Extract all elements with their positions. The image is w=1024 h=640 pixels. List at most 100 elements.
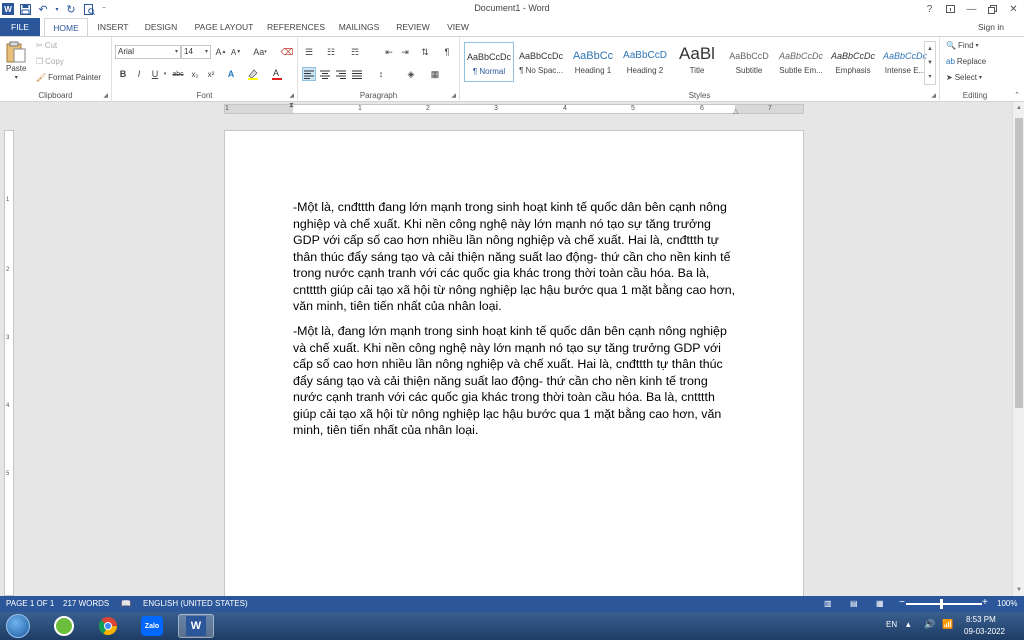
volume-icon[interactable]: 🔊 <box>924 619 935 630</box>
font-name-combo[interactable]: Arial ▾ <box>115 45 181 59</box>
format-painter-button[interactable]: 🖌 Format Painter <box>36 73 101 82</box>
language-status[interactable]: ENGLISH (UNITED STATES) <box>143 599 248 608</box>
clear-formatting-icon[interactable]: ⌫ <box>280 45 294 59</box>
word-count[interactable]: 217 WORDS <box>63 599 109 608</box>
increase-indent-icon[interactable]: ⇥ <box>398 45 412 59</box>
clock-time[interactable]: 8:53 PM <box>966 615 996 624</box>
chrome-icon[interactable] <box>90 614 126 638</box>
clock-date[interactable]: 09-03-2022 <box>964 627 1005 636</box>
shading-icon[interactable]: ◈ <box>404 67 418 81</box>
borders-icon[interactable]: ▦ <box>428 67 442 81</box>
start-button[interactable] <box>6 614 30 638</box>
paragraph-1[interactable]: -Một là, cnđttth đang lớn mạnh trong sin… <box>293 199 737 315</box>
change-case-button[interactable]: Aa ▾ <box>250 45 270 59</box>
underline-button[interactable]: U <box>148 67 162 81</box>
vertical-ruler[interactable]: 1 2 3 4 5 <box>4 130 14 596</box>
align-center-icon[interactable] <box>318 67 332 81</box>
tab-page-layout[interactable]: PAGE LAYOUT <box>188 18 260 36</box>
line-spacing-icon[interactable]: ↕ <box>374 67 388 81</box>
style-intense-emphasis[interactable]: AaBbCcDc Intense E... <box>880 42 930 82</box>
align-left-icon[interactable] <box>302 67 316 81</box>
font-color-icon[interactable]: A <box>270 67 284 81</box>
style-subtle-emphasis[interactable]: AaBbCcDc Subtle Em... <box>776 42 826 82</box>
align-right-icon[interactable] <box>334 67 348 81</box>
zoom-in-button[interactable]: + <box>982 597 988 608</box>
styles-launcher-icon[interactable]: ◢ <box>931 92 936 99</box>
font-launcher-icon[interactable]: ◢ <box>289 92 294 99</box>
find-button[interactable]: 🔍 Find ▾ <box>946 41 979 50</box>
paste-button[interactable]: Paste ▾ <box>6 41 26 81</box>
style-subtitle[interactable]: AaBbCcD Subtitle <box>724 42 774 82</box>
print-layout-icon[interactable]: ▤ <box>850 599 858 608</box>
copy-button[interactable]: ❐ Copy <box>36 57 64 66</box>
minimize-icon[interactable]: — <box>961 0 982 18</box>
scroll-thumb[interactable] <box>1015 118 1023 408</box>
tab-file[interactable]: FILE <box>0 18 40 36</box>
tab-insert[interactable]: INSERT <box>92 18 134 36</box>
tab-review[interactable]: REVIEW <box>390 18 436 36</box>
tab-references[interactable]: REFERENCES <box>264 18 328 36</box>
proofing-icon[interactable]: 📖 <box>121 599 131 608</box>
zoom-level[interactable]: 100% <box>997 599 1017 608</box>
close-icon[interactable]: ✕ <box>1003 0 1024 18</box>
tab-design[interactable]: DESIGN <box>138 18 184 36</box>
word-icon[interactable]: W <box>178 614 214 638</box>
paragraph-launcher-icon[interactable]: ◢ <box>451 92 456 99</box>
grow-font-button[interactable]: A ▲ <box>214 45 228 59</box>
ribbon-display-options-icon[interactable] <box>940 0 961 18</box>
restore-icon[interactable] <box>982 0 1003 18</box>
paragraph-2[interactable]: -Một là, đang lớn mạnh trong sinh hoạt k… <box>293 323 737 439</box>
zalo-icon[interactable]: Zalo <box>134 614 170 638</box>
replace-button[interactable]: ab Replace <box>946 57 986 66</box>
indent-marker-icon[interactable]: ⧗ <box>289 102 294 110</box>
sign-in-link[interactable]: Sign in <box>978 22 1004 32</box>
justify-icon[interactable] <box>350 67 364 81</box>
subscript-button[interactable]: x₂ <box>188 67 202 81</box>
document-workspace[interactable]: -Một là, cnđttth đang lớn mạnh trong sin… <box>0 116 1012 596</box>
shrink-font-button[interactable]: A ▼ <box>229 45 243 59</box>
strikethrough-button[interactable]: abc <box>170 67 186 81</box>
sort-icon[interactable]: ⇅ <box>418 45 432 59</box>
bold-button[interactable]: B <box>116 67 130 81</box>
zalo-green-icon[interactable] <box>46 614 82 638</box>
styles-scroll[interactable]: ▲ ▼ ▾ <box>924 41 936 85</box>
tab-view[interactable]: VIEW <box>440 18 476 36</box>
select-button[interactable]: ➤ Select ▾ <box>946 73 982 82</box>
document-page[interactable]: -Một là, cnđttth đang lớn mạnh trong sin… <box>224 130 804 596</box>
horizontal-ruler[interactable]: 1 1 2 3 4 5 6 7 ⧗ △ <box>0 102 1024 116</box>
scroll-down-icon[interactable]: ▼ <box>1013 584 1024 596</box>
decrease-indent-icon[interactable]: ⇤ <box>382 45 396 59</box>
web-layout-icon[interactable]: ▦ <box>876 599 884 608</box>
zoom-slider-thumb[interactable] <box>940 599 943 609</box>
numbering-icon[interactable]: ☷ <box>324 45 338 59</box>
clipboard-launcher-icon[interactable]: ◢ <box>103 92 108 99</box>
text-effects-icon[interactable]: A <box>224 67 238 81</box>
right-indent-marker-icon[interactable]: △ <box>733 107 738 115</box>
show-marks-button[interactable]: ¶ <box>440 45 454 59</box>
style-title[interactable]: AaBl Title <box>672 42 722 82</box>
style-normal[interactable]: AaBbCcDc ¶ Normal <box>464 42 514 82</box>
superscript-button[interactable]: x² <box>204 67 218 81</box>
cut-button[interactable]: ✂ Cut <box>36 41 57 50</box>
italic-button[interactable]: I <box>132 67 146 81</box>
highlight-icon[interactable] <box>246 67 260 81</box>
input-language[interactable]: EN <box>886 620 897 629</box>
collapse-ribbon-icon[interactable]: ⌃ <box>1014 91 1020 99</box>
network-icon[interactable]: 📶 <box>942 619 953 630</box>
tab-mailings[interactable]: MAILINGS <box>332 18 386 36</box>
style-heading-1[interactable]: AaBbCc Heading 1 <box>568 42 618 82</box>
bullets-icon[interactable]: ☰ <box>302 45 316 59</box>
page-count[interactable]: PAGE 1 OF 1 <box>6 599 54 608</box>
vertical-scrollbar[interactable]: ▲ ▼ <box>1012 102 1024 596</box>
tray-expand-icon[interactable]: ▴ <box>906 619 911 630</box>
multilevel-list-icon[interactable]: ☶ <box>348 45 362 59</box>
read-mode-icon[interactable]: ▥ <box>824 599 832 608</box>
style-emphasis[interactable]: AaBbCcDc Emphasis <box>828 42 878 82</box>
underline-dropdown-icon[interactable]: ▾ <box>161 67 169 81</box>
help-icon[interactable]: ? <box>919 0 940 18</box>
font-size-combo[interactable]: 14 ▾ <box>181 45 211 59</box>
zoom-slider[interactable] <box>906 603 982 605</box>
style-no-spacing[interactable]: AaBbCcDc ¶ No Spac... <box>516 42 566 82</box>
tab-home[interactable]: HOME <box>44 18 88 37</box>
style-heading-2[interactable]: AaBbCcD Heading 2 <box>620 42 670 82</box>
